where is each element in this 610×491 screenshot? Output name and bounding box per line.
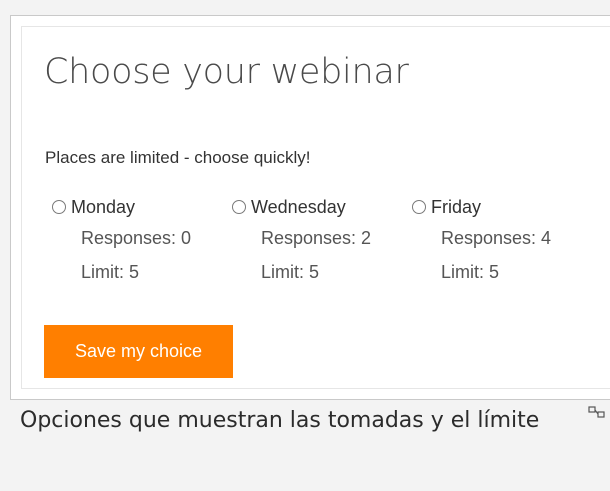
radio-monday[interactable] bbox=[52, 200, 66, 214]
option-friday-label: Friday bbox=[431, 196, 482, 217]
form-title: Choose your webinar bbox=[44, 52, 409, 92]
option-wednesday[interactable]: Wednesday Responses: 2 Limit: 5 bbox=[232, 193, 407, 289]
option-friday[interactable]: Friday Responses: 4 Limit: 5 bbox=[412, 193, 587, 289]
option-friday-limit: Limit: 5 bbox=[441, 262, 500, 282]
option-monday-head[interactable]: Monday bbox=[52, 193, 227, 221]
option-wednesday-label: Wednesday bbox=[251, 196, 346, 217]
radio-friday[interactable] bbox=[412, 200, 426, 214]
save-choice-button[interactable]: Save my choice bbox=[44, 325, 233, 378]
option-monday-limit: Limit: 5 bbox=[81, 262, 140, 282]
radio-wednesday[interactable] bbox=[232, 200, 246, 214]
option-wednesday-head[interactable]: Wednesday bbox=[232, 193, 407, 221]
screenshot-page: Choose your webinar Places are limited -… bbox=[0, 0, 610, 491]
option-monday-label: Monday bbox=[71, 196, 136, 217]
option-friday-responses: Responses: 4 bbox=[441, 228, 552, 248]
image-caption: Opciones que muestran las tomadas y el l… bbox=[20, 408, 540, 433]
form-subtitle: Places are limited - choose quickly! bbox=[45, 148, 311, 167]
option-monday-responses: Responses: 0 bbox=[81, 228, 192, 248]
webinar-options: Monday Responses: 0 Limit: 5 Wednesday R… bbox=[52, 193, 592, 303]
option-monday[interactable]: Monday Responses: 0 Limit: 5 bbox=[52, 193, 227, 289]
option-friday-head[interactable]: Friday bbox=[412, 193, 587, 221]
option-wednesday-responses: Responses: 2 bbox=[261, 228, 372, 248]
resize-icon[interactable] bbox=[588, 406, 606, 418]
option-wednesday-limit: Limit: 5 bbox=[261, 262, 320, 282]
